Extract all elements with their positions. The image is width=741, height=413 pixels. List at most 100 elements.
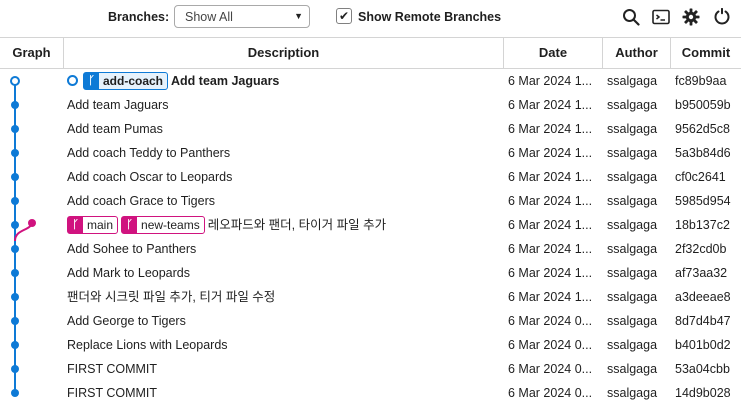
branch-tag-label: new-teams <box>141 217 200 232</box>
show-remote-label[interactable]: Show Remote Branches <box>358 10 501 24</box>
terminal-icon[interactable] <box>652 8 670 26</box>
commit-date: 6 Mar 2024 1... <box>508 122 593 136</box>
commit-hash: 14d9b028 <box>675 386 731 400</box>
commit-row[interactable]: 팬더와 시크릿 파일 추가, 티거 파일 수정 6 Mar 2024 1... ss… <box>0 285 741 309</box>
commit-hash: 5985d954 <box>675 194 731 208</box>
commit-row[interactable]: Add Sohee to Panthers 6 Mar 2024 1... ssal… <box>0 237 741 261</box>
commit-hash: a3deeae8 <box>675 290 731 304</box>
commit-date: 6 Mar 2024 1... <box>508 242 593 256</box>
commit-date: 6 Mar 2024 0... <box>508 314 593 328</box>
column-header-commit[interactable]: Commit <box>671 38 741 68</box>
search-icon[interactable] <box>622 8 640 26</box>
commit-row[interactable]: FIRST COMMIT 6 Mar 2024 0... ssalgaga 53a04… <box>0 357 741 381</box>
commit-message: FIRST COMMIT <box>67 386 158 400</box>
branch-select-value: Show All <box>185 10 233 24</box>
commit-message: Add team Pumas <box>67 122 163 136</box>
commit-message: Add coach Teddy to Panthers <box>67 146 231 160</box>
commit-description: Add team Jaguars <box>67 93 502 117</box>
commit-message: Add team Jaguars <box>67 98 169 112</box>
commit-message: Replace Lions with Leopards <box>67 338 228 352</box>
commit-hash: 9562d5c8 <box>675 122 730 136</box>
commit-hash: 53a04cbb <box>675 362 730 376</box>
column-header-date[interactable]: Date <box>504 38 603 68</box>
commit-description: Add Mark to Leopards <box>67 261 502 285</box>
commit-author: ssalgaga <box>607 194 658 208</box>
branch-icon: ᚴ <box>68 216 83 233</box>
commit-author: ssalgaga <box>607 74 658 88</box>
column-header-description[interactable]: Description <box>64 38 504 68</box>
commit-hash: 18b137c2 <box>675 218 730 232</box>
commit-row[interactable]: ᚴ main ᚴ new-teams 레오파드와 팬더, 타이거 파일 추가 6 Mar … <box>0 213 741 237</box>
commit-date: 6 Mar 2024 1... <box>508 146 593 160</box>
branch-tag-label: add-coach <box>103 73 164 88</box>
head-marker-icon <box>67 75 78 87</box>
commit-description: Add team Pumas <box>67 117 502 141</box>
commit-row[interactable]: FIRST COMMIT 6 Mar 2024 0... ssalgaga 14d9b… <box>0 381 741 405</box>
commit-row[interactable]: Replace Lions with Leopards 6 Mar 2024 0.… <box>0 333 741 357</box>
column-header-graph[interactable]: Graph <box>0 38 64 68</box>
commit-hash: b401b0d2 <box>675 338 731 352</box>
commit-row[interactable]: ᚴ add-coach Add team Jaguars 6 Mar 2024 1..… <box>0 69 741 93</box>
commit-row[interactable]: Add team Jaguars 6 Mar 2024 1... ssalgaga b… <box>0 93 741 117</box>
commit-description: Add coach Grace to Tigers <box>67 189 502 213</box>
commit-date: 6 Mar 2024 1... <box>508 74 593 88</box>
commit-row[interactable]: Add team Pumas 6 Mar 2024 1... ssalgaga 956… <box>0 117 741 141</box>
commit-author: ssalgaga <box>607 122 658 136</box>
refresh-icon[interactable] <box>713 8 731 26</box>
commit-hash: af73aa32 <box>675 266 728 280</box>
branch-tag-main[interactable]: ᚴ main <box>67 215 119 234</box>
commit-message: Add team Jaguars <box>171 74 280 88</box>
commit-author: ssalgaga <box>607 290 658 304</box>
commit-author: ssalgaga <box>607 146 658 160</box>
commit-author: ssalgaga <box>607 242 658 256</box>
commit-message: Add Mark to Leopards <box>67 266 190 280</box>
commit-author: ssalgaga <box>607 218 658 232</box>
commit-hash: cf0c2641 <box>675 170 726 184</box>
commit-message: 레오파드와 팬더, 타이거 파일 추가 <box>207 218 387 232</box>
commit-list: ᚴ add-coach Add team Jaguars 6 Mar 2024 1..… <box>0 69 741 405</box>
commit-description: 팬더와 시크릿 파일 추가, 티거 파일 수정 <box>67 285 502 309</box>
branches-label: Branches: <box>108 10 170 24</box>
commit-description: ᚴ main ᚴ new-teams 레오파드와 팬더, 타이거 파일 추가 <box>67 213 502 237</box>
commit-message: Add George to Tigers <box>67 314 186 328</box>
commit-row[interactable]: Add coach Oscar to Leopards 6 Mar 2024 1.… <box>0 165 741 189</box>
commit-row[interactable]: Add George to Tigers 6 Mar 2024 0... ssalg… <box>0 309 741 333</box>
commit-row[interactable]: Add coach Grace to Tigers 6 Mar 2024 1...… <box>0 189 741 213</box>
commit-row[interactable]: Add coach Teddy to Panthers 6 Mar 2024 1.… <box>0 141 741 165</box>
commit-date: 6 Mar 2024 1... <box>508 194 593 208</box>
commit-author: ssalgaga <box>607 170 658 184</box>
commit-message: Add coach Oscar to Leopards <box>67 170 233 184</box>
commit-description: Add coach Oscar to Leopards <box>67 165 502 189</box>
column-header-author[interactable]: Author <box>603 38 671 68</box>
commit-description: FIRST COMMIT <box>67 381 502 405</box>
commit-description: FIRST COMMIT <box>67 357 502 381</box>
commit-row[interactable]: Add Mark to Leopards 6 Mar 2024 1... ssalg… <box>0 261 741 285</box>
branch-tag-add-coach[interactable]: ᚴ add-coach <box>83 71 169 90</box>
commit-date: 6 Mar 2024 1... <box>508 290 593 304</box>
commit-date: 6 Mar 2024 0... <box>508 386 593 400</box>
commit-author: ssalgaga <box>607 98 658 112</box>
commit-author: ssalgaga <box>607 362 658 376</box>
commit-description: Add George to Tigers <box>67 309 502 333</box>
commit-date: 6 Mar 2024 1... <box>508 170 593 184</box>
branch-tag-new-teams[interactable]: ᚴ new-teams <box>121 215 205 234</box>
commit-author: ssalgaga <box>607 314 658 328</box>
settings-gear-icon[interactable] <box>682 8 700 26</box>
commit-hash: 8d7d4b47 <box>675 314 731 328</box>
commit-message: 팬더와 시크릿 파일 추가, 티거 파일 수정 <box>67 290 276 304</box>
commit-date: 6 Mar 2024 1... <box>508 218 593 232</box>
commit-message: Add Sohee to Panthers <box>67 242 197 256</box>
commit-date: 6 Mar 2024 0... <box>508 362 593 376</box>
branch-icon: ᚴ <box>122 216 138 233</box>
show-remote-checkbox[interactable]: ✔ <box>336 8 352 24</box>
commit-description: Add coach Teddy to Panthers <box>67 141 502 165</box>
table-header: Graph Description Date Author Commit <box>0 37 741 69</box>
commit-author: ssalgaga <box>607 338 658 352</box>
commit-message: FIRST COMMIT <box>67 362 158 376</box>
commit-hash: 5a3b84d6 <box>675 146 731 160</box>
branch-select[interactable]: Show All ▼ <box>174 5 310 28</box>
commit-description: Replace Lions with Leopards <box>67 333 502 357</box>
commit-hash: fc89b9aa <box>675 74 727 88</box>
branch-icon: ᚴ <box>84 72 99 89</box>
commit-date: 6 Mar 2024 1... <box>508 98 593 112</box>
